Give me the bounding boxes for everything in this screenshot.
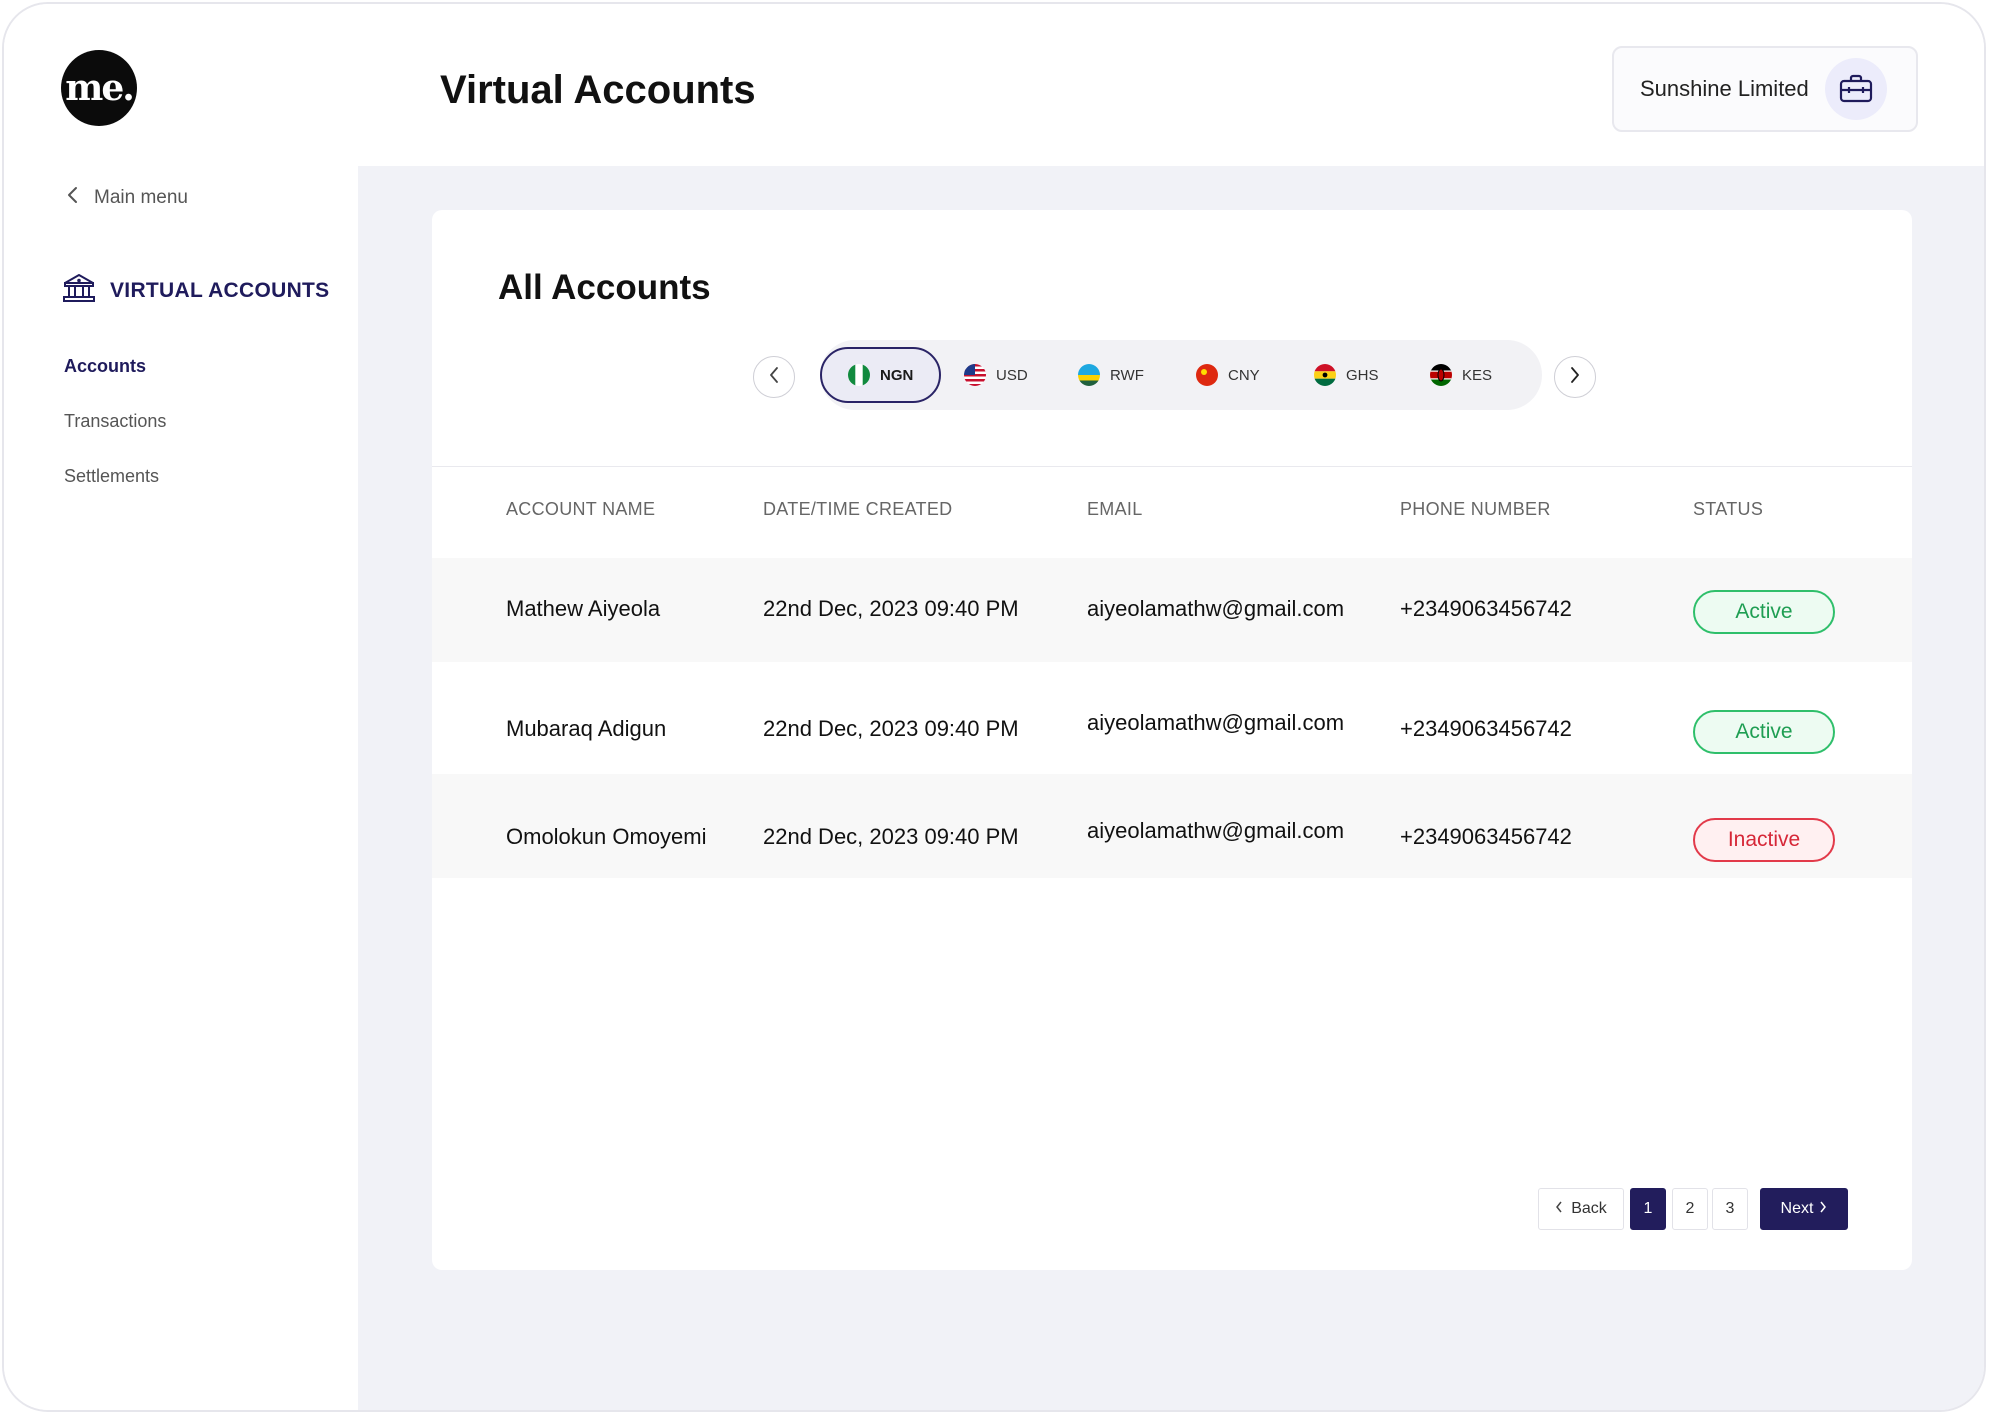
bank-icon (62, 272, 96, 310)
currency-tab-rwf[interactable]: RWF (1064, 347, 1158, 403)
currency-code: RWF (1110, 366, 1144, 384)
chevron-left-icon (1555, 1200, 1563, 1218)
back-label: Back (1571, 1200, 1607, 1217)
divider (432, 466, 1912, 467)
account-name: Mathew Aiyeola (506, 596, 661, 621)
phone-number: +2349063456742 (1400, 596, 1572, 621)
column-header-phone: PHONE NUMBER (1400, 499, 1551, 519)
account-name: Mubaraq Adigun (506, 716, 667, 741)
table-row[interactable]: Mathew Aiyeola 22nd Dec, 2023 09:40 PM a… (432, 558, 1912, 662)
page-title: Virtual Accounts (440, 68, 756, 112)
currency-tab-usd[interactable]: USD (950, 347, 1042, 403)
status-badge: Inactive (1693, 818, 1835, 862)
column-header-status: STATUS (1693, 499, 1764, 519)
sidebar-item-transactions[interactable]: Transactions (64, 411, 166, 432)
logo-text: me. (65, 67, 135, 109)
briefcase-icon (1824, 58, 1887, 120)
pagination-next-button[interactable]: Next (1760, 1188, 1848, 1230)
table-row[interactable]: Omolokun Omoyemi 22nd Dec, 2023 09:40 PM… (432, 774, 1912, 878)
currency-code: USD (996, 366, 1028, 384)
ghana-flag-icon (1314, 364, 1336, 386)
pagination-page-2[interactable]: 2 (1672, 1188, 1708, 1230)
phone-number: +2349063456742 (1400, 716, 1572, 741)
accounts-card: All Accounts NGN USD RWF CNY GHS KES ACC… (432, 210, 1912, 1270)
chevron-left-icon (66, 185, 80, 211)
usa-flag-icon (964, 364, 986, 386)
email: aiyeolamathw@gmail.com (1087, 596, 1345, 621)
section-title-label: VIRTUAL ACCOUNTS (110, 279, 330, 302)
app-window: me. Main menu VIRTUAL ACCOUNTS Accounts … (2, 2, 1986, 1412)
column-header-account-name: ACCOUNT NAME (506, 499, 656, 519)
currency-next-button[interactable] (1554, 356, 1596, 398)
kenya-flag-icon (1430, 364, 1452, 386)
organization-switcher[interactable]: Sunshine Limited (1612, 46, 1918, 132)
sidebar-item-settlements[interactable]: Settlements (64, 466, 159, 487)
sidebar: me. Main menu VIRTUAL ACCOUNTS Accounts … (4, 4, 358, 1410)
column-header-date-created: DATE/TIME CREATED (763, 499, 953, 519)
currency-code: KES (1462, 366, 1493, 384)
date-created: 22nd Dec, 2023 09:40 PM (763, 824, 1019, 849)
pagination-page-1[interactable]: 1 (1630, 1188, 1666, 1230)
chevron-right-icon (1819, 1200, 1827, 1218)
organization-name: Sunshine Limited (1640, 76, 1809, 101)
account-name: Omolokun Omoyemi (506, 824, 707, 849)
currency-tab-ghs[interactable]: GHS (1300, 347, 1393, 403)
table-row[interactable]: Mubaraq Adigun 22nd Dec, 2023 09:40 PM a… (432, 662, 1912, 774)
next-label: Next (1780, 1200, 1814, 1217)
email: aiyeolamathw@gmail.com (1087, 818, 1345, 843)
sidebar-item-accounts[interactable]: Accounts (64, 356, 146, 377)
status-badge: Active (1693, 710, 1835, 754)
sidebar-section-title: VIRTUAL ACCOUNTS (62, 272, 329, 310)
phone-number: +2349063456742 (1400, 824, 1572, 849)
chevron-left-icon (768, 366, 780, 389)
currency-tab-cny[interactable]: CNY (1182, 347, 1274, 403)
card-title: All Accounts (498, 268, 711, 307)
brand-logo[interactable]: me. (61, 50, 137, 126)
status-badge: Active (1693, 590, 1835, 634)
chevron-right-icon (1569, 366, 1581, 389)
email: aiyeolamathw@gmail.com (1087, 710, 1345, 735)
currency-tab-kes[interactable]: KES (1416, 347, 1506, 403)
pagination-page-3[interactable]: 3 (1712, 1188, 1748, 1230)
date-created: 22nd Dec, 2023 09:40 PM (763, 596, 1019, 621)
date-created: 22nd Dec, 2023 09:40 PM (763, 716, 1019, 741)
currency-tab-ngn[interactable]: NGN (820, 347, 942, 403)
currency-code: CNY (1228, 366, 1260, 384)
currency-prev-button[interactable] (753, 356, 795, 398)
main-menu-link[interactable]: Main menu (66, 185, 188, 211)
top-header: Virtual Accounts Sunshine Limited (358, 4, 1984, 166)
nigeria-flag-icon (848, 364, 870, 386)
pagination-back-button[interactable]: Back (1538, 1188, 1624, 1230)
main-menu-label: Main menu (94, 187, 188, 208)
china-flag-icon (1196, 364, 1218, 386)
currency-code: GHS (1346, 366, 1379, 384)
column-header-email: EMAIL (1087, 499, 1143, 519)
currency-code: NGN (880, 366, 914, 384)
rwanda-flag-icon (1078, 364, 1100, 386)
